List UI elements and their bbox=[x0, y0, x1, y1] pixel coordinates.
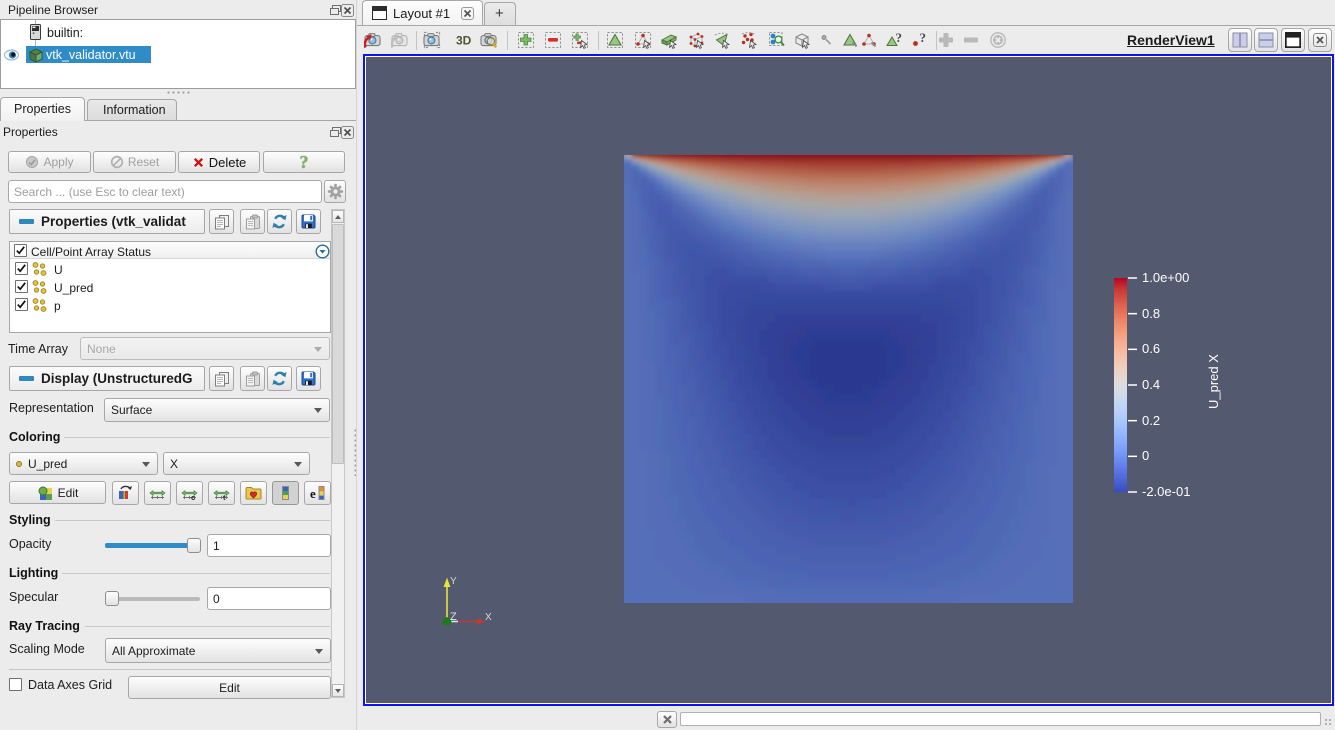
svg-text:Z: Z bbox=[450, 611, 457, 623]
svg-text:Y: Y bbox=[450, 576, 457, 587]
svg-text:?: ? bbox=[896, 31, 903, 45]
svg-text:X: X bbox=[485, 612, 492, 623]
svg-text:c: c bbox=[191, 493, 195, 501]
svg-text:3D: 3D bbox=[456, 34, 472, 48]
svg-text:?: ? bbox=[920, 31, 927, 45]
svg-text:t: t bbox=[223, 493, 226, 501]
svg-text:e: e bbox=[310, 486, 316, 501]
